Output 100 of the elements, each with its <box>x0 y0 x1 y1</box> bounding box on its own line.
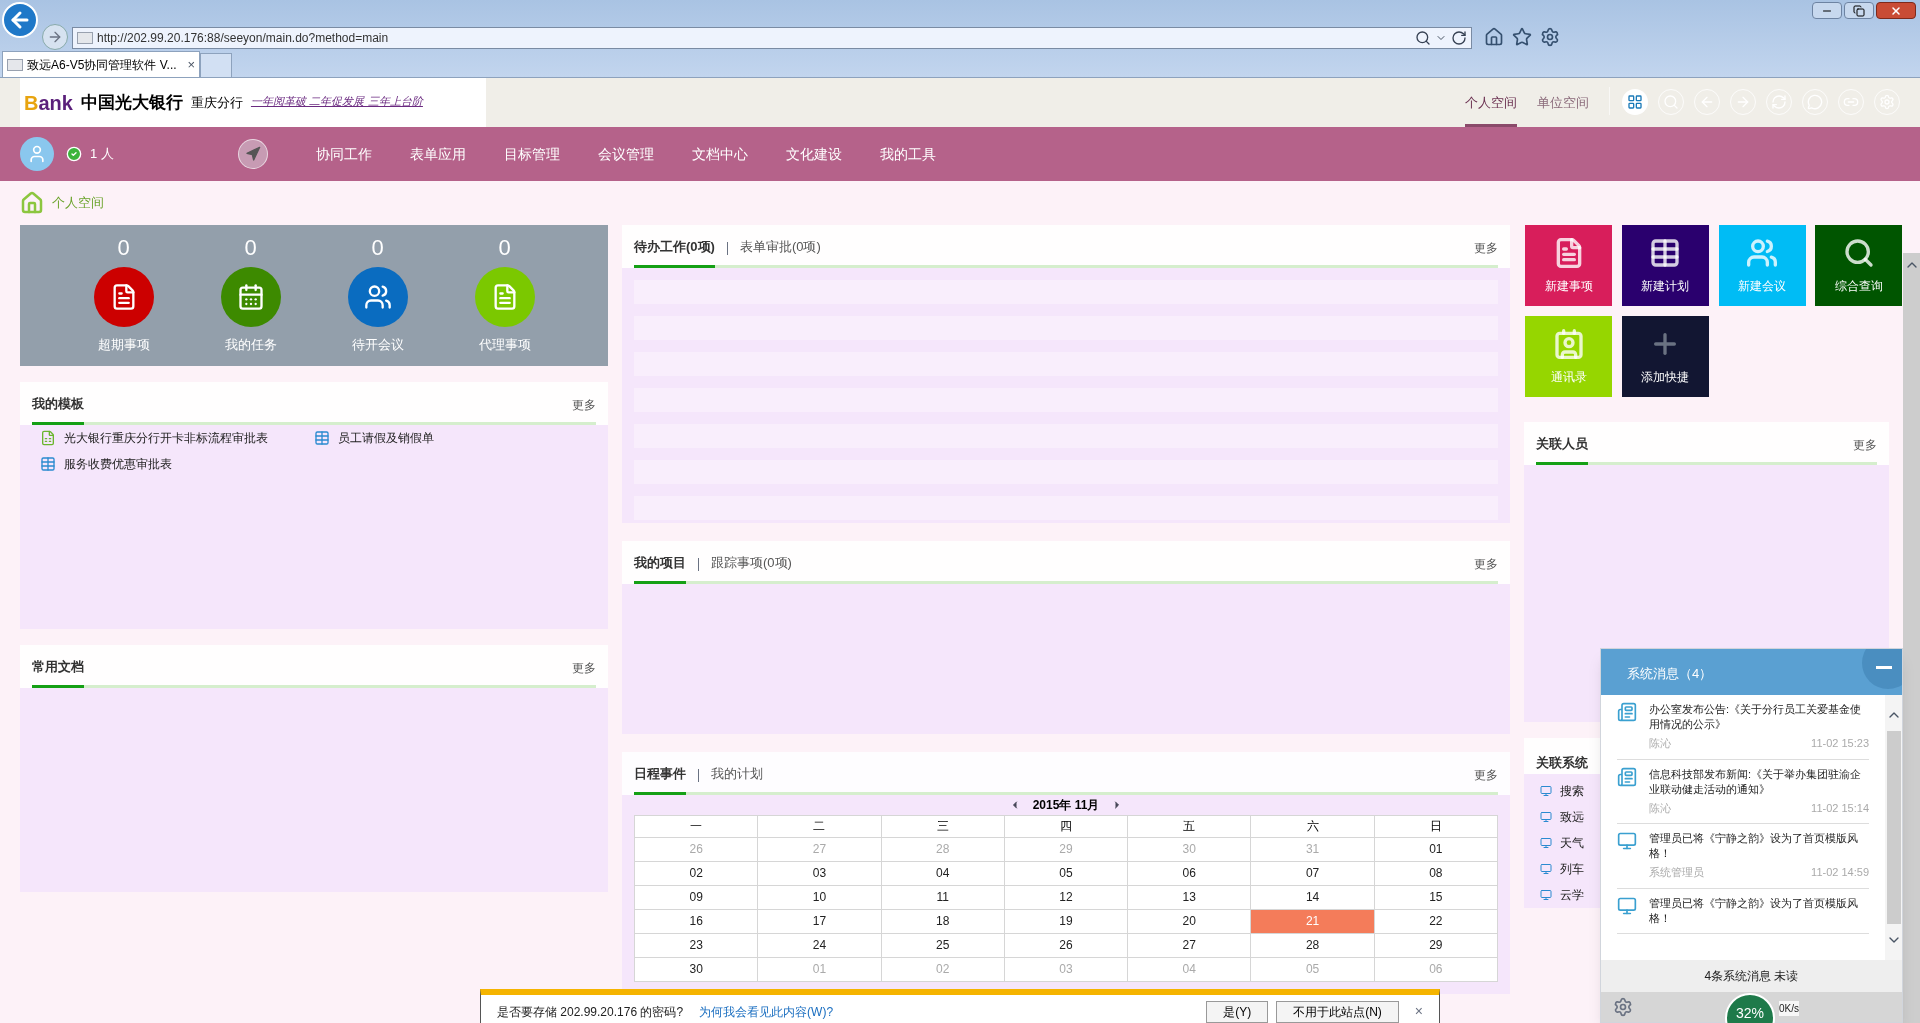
shortcut-tile[interactable]: 添加快捷 <box>1621 316 1709 397</box>
calendar-day[interactable]: 30 <box>635 957 759 982</box>
calendar-day[interactable]: 13 <box>1128 885 1252 910</box>
popup-scrollbar[interactable] <box>1885 695 1902 960</box>
scrollbar[interactable] <box>1903 253 1920 1023</box>
template-link[interactable]: 员工请假及销假单 <box>338 428 434 447</box>
system-link-icon <box>1540 837 1552 849</box>
more-link[interactable]: 更多 <box>1853 435 1877 462</box>
help-link[interactable]: 为何我会看见此内容(W)? <box>699 1002 834 1021</box>
calendar-day[interactable]: 17 <box>758 909 882 934</box>
panel-tab[interactable]: 表单审批(0项) <box>739 237 821 268</box>
calendar-day[interactable]: 25 <box>881 933 1005 958</box>
home-icon <box>20 191 44 215</box>
more-link[interactable]: 更多 <box>1474 238 1498 265</box>
grid-button[interactable] <box>1622 89 1648 115</box>
stat-count: 0 <box>117 237 130 259</box>
calendar-day[interactable]: 28 <box>1251 933 1375 958</box>
message-text[interactable]: 信息科技部发布新闻:《关于举办集团驻渝企业联动健走活动的通知》 <box>1649 766 1869 797</box>
panel-tab[interactable]: 我的计划 <box>711 764 763 795</box>
calendar-day[interactable]: 12 <box>1004 885 1129 910</box>
people-icon <box>363 283 392 311</box>
settings-icon <box>1540 27 1560 47</box>
close-button[interactable]: × <box>1414 1001 1423 1022</box>
close-button[interactable] <box>1876 2 1916 19</box>
calendar-month: 2015年 11月 <box>1032 796 1100 814</box>
dialog-button[interactable]: 不用于此站点(N) <box>1276 1000 1399 1023</box>
contact-card-icon <box>1552 327 1585 360</box>
more-link[interactable]: 更多 <box>1474 765 1498 792</box>
nav-item[interactable]: 文档中心 <box>691 143 748 165</box>
calendar-day[interactable]: 19 <box>1004 909 1129 934</box>
calendar-day[interactable]: 01 <box>1374 837 1498 862</box>
calendar-day[interactable]: 18 <box>881 909 1005 934</box>
message-text[interactable]: 管理员已将《宁静之韵》设为了首页模版风格！ <box>1649 831 1869 861</box>
branch-name: 重庆分行 <box>190 93 243 112</box>
template-link[interactable]: 服务收费优惠审批表 <box>64 454 172 473</box>
shortcut-tile[interactable]: 新建事项 <box>1525 225 1612 306</box>
forward-button[interactable] <box>42 24 68 50</box>
shortcut-tile[interactable]: 综合查询 <box>1815 225 1903 306</box>
system-link[interactable]: 搜索 <box>1560 782 1584 800</box>
stat-count: 0 <box>244 237 257 259</box>
calendar-day[interactable]: 16 <box>635 909 759 934</box>
system-link[interactable]: 列车 <box>1560 860 1584 878</box>
nav-item[interactable]: 文化建设 <box>785 143 842 165</box>
calendar-day[interactable]: 08 <box>1374 861 1498 886</box>
calendar-day[interactable]: 10 <box>758 885 882 910</box>
back-button[interactable] <box>2 2 38 38</box>
message-text[interactable]: 管理员已将《宁静之韵》设为了首页模版风格！ <box>1649 895 1869 926</box>
calendar-day[interactable]: 15 <box>1374 885 1498 910</box>
dialog-button[interactable]: 是(Y) <box>1206 1000 1269 1023</box>
new-tab-button[interactable] <box>200 53 232 77</box>
notice-icon <box>1617 702 1637 722</box>
system-link[interactable]: 致远 <box>1560 808 1584 826</box>
online-count: 1 人 <box>90 145 114 164</box>
message-sender: 系统管理员 <box>1649 865 1704 880</box>
nav-item[interactable]: 表单应用 <box>409 143 466 165</box>
calendar-day[interactable]: 09 <box>635 885 759 910</box>
forward-arrow-icon <box>47 29 63 45</box>
calendar-day[interactable]: 02 <box>635 861 759 886</box>
settings-icon <box>1613 997 1633 1017</box>
calendar-day[interactable]: 11 <box>881 885 1005 910</box>
space-tab[interactable]: 单位空间 <box>1537 92 1589 127</box>
system-link-icon <box>1540 889 1552 901</box>
nav-item[interactable]: 目标管理 <box>503 143 560 165</box>
calendar-day[interactable]: 14 <box>1251 885 1375 910</box>
calendar-day[interactable]: 04 <box>881 861 1005 886</box>
compass-button[interactable] <box>237 139 268 169</box>
more-link[interactable]: 更多 <box>572 395 596 422</box>
nav-item[interactable]: 协同工作 <box>315 143 372 165</box>
bank-name: 中国光大银行 <box>80 91 183 114</box>
minimize-button[interactable] <box>1812 2 1842 19</box>
template-link[interactable]: 光大银行重庆分行开卡非标流程审批表 <box>64 428 268 447</box>
calendar-day[interactable]: 03 <box>758 861 882 886</box>
calendar-day[interactable]: 29 <box>1374 933 1498 958</box>
home-icon <box>1484 27 1504 47</box>
more-link[interactable]: 更多 <box>572 658 596 685</box>
panel-tab[interactable]: 跟踪事项(0项) <box>711 553 792 584</box>
calendar-day[interactable]: 24 <box>758 933 882 958</box>
avatar[interactable] <box>20 137 54 171</box>
restore-button[interactable] <box>1844 2 1874 19</box>
more-link[interactable]: 更多 <box>1474 554 1498 581</box>
nav-item[interactable]: 我的工具 <box>879 143 936 165</box>
system-link-icon <box>1540 785 1552 797</box>
message-sender: 陈沁 <box>1649 736 1671 751</box>
calendar-day[interactable]: 05 <box>1004 861 1129 886</box>
calendar-day[interactable]: 22 <box>1374 909 1498 934</box>
calendar-day[interactable]: 06 <box>1128 861 1252 886</box>
system-link[interactable]: 云学 <box>1560 886 1584 904</box>
message-text[interactable]: 办公室发布公告:《关于分行员工关爱基金使用情况的公示》 <box>1649 702 1869 732</box>
panel-tab[interactable]: 日程事件 <box>634 764 686 795</box>
form-icon <box>40 455 56 472</box>
calendar-day[interactable]: 27 <box>1128 933 1252 958</box>
minimize-icon <box>1876 665 1892 669</box>
calendar-day[interactable]: 26 <box>1004 933 1129 958</box>
tab-close-button[interactable]: × <box>187 54 195 75</box>
calendar-day[interactable]: 23 <box>635 933 759 958</box>
browser-tab[interactable]: 致远A6-V5协同管理软件 V... × <box>2 51 200 77</box>
shortcut-tile[interactable]: 新建计划 <box>1621 225 1709 306</box>
system-link[interactable]: 天气 <box>1560 834 1584 852</box>
calendar-day[interactable]: 07 <box>1251 861 1375 886</box>
nav-item[interactable]: 会议管理 <box>597 143 654 165</box>
